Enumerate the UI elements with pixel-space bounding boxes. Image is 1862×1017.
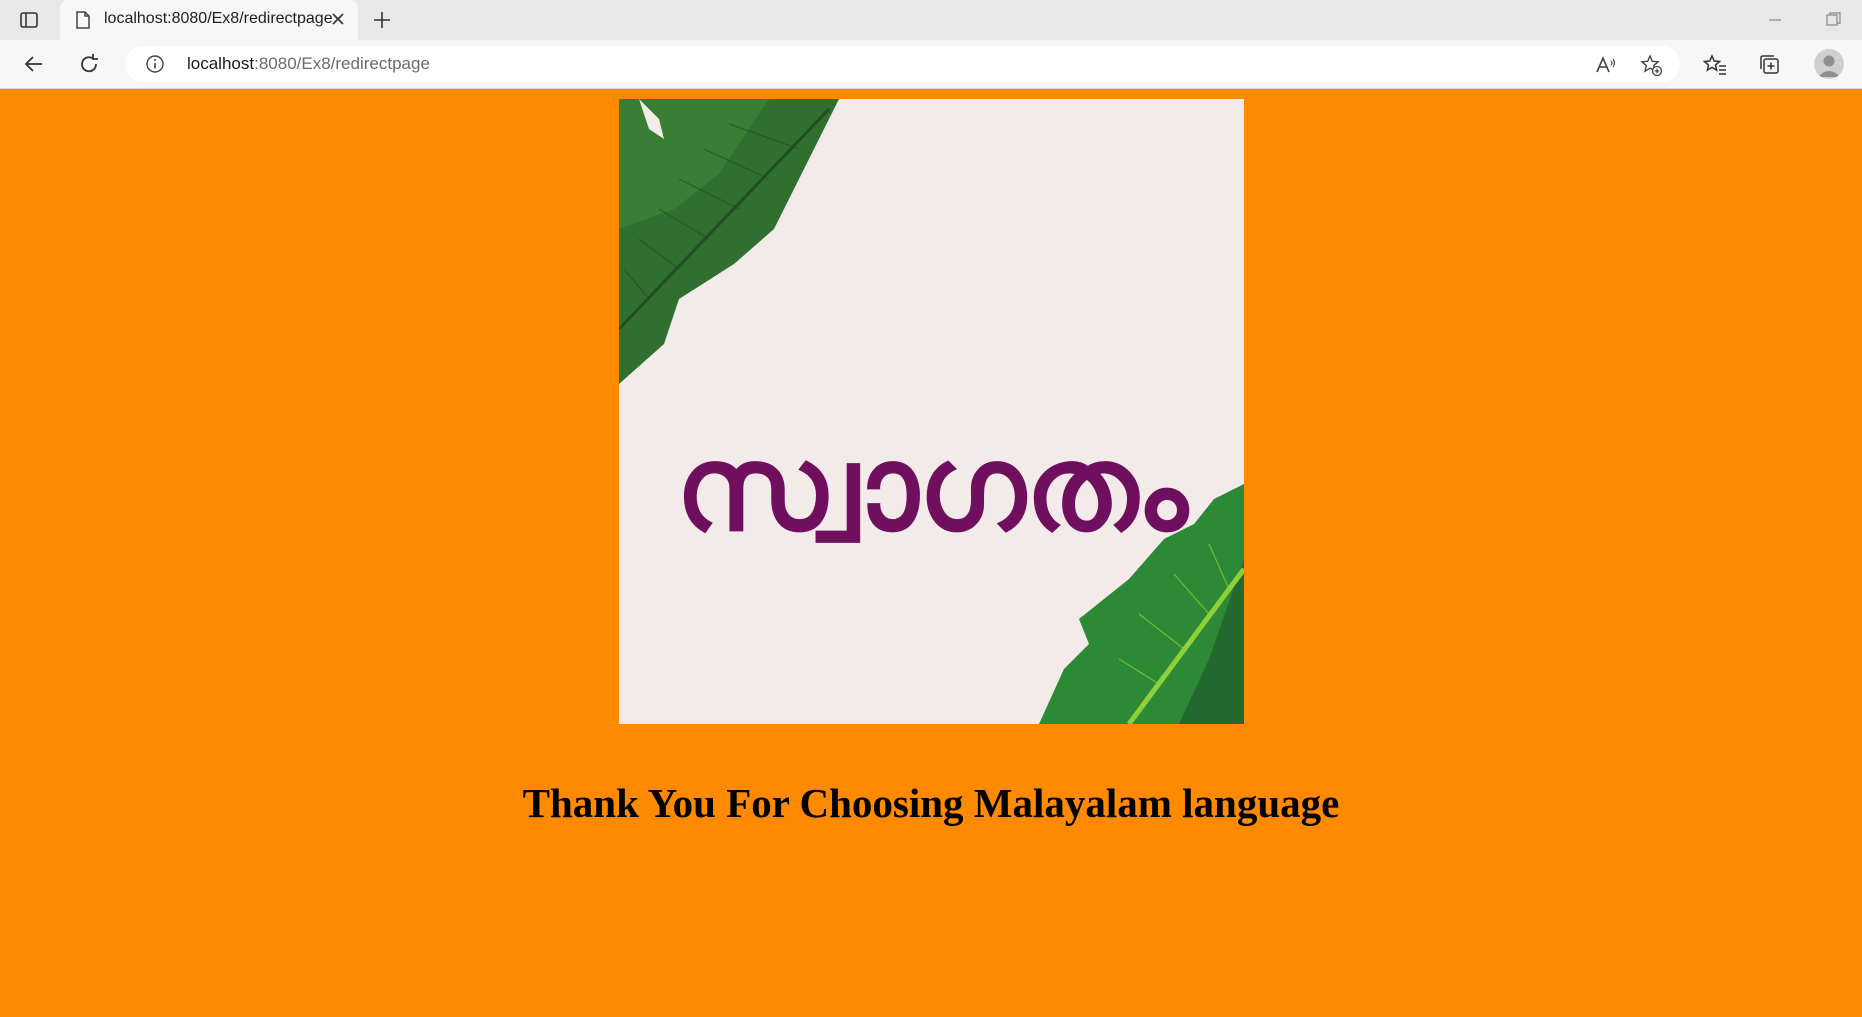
- tab-title: localhost:8080/Ex8/redirectpage: [104, 10, 333, 27]
- collections-icon[interactable]: [1757, 52, 1783, 78]
- close-icon[interactable]: [330, 11, 346, 27]
- favorites-icon[interactable]: [1702, 52, 1728, 78]
- tab-bar: localhost:8080/Ex8/redirectpage: [0, 0, 1862, 40]
- address-bar[interactable]: localhost:8080/Ex8/redirectpage: [125, 46, 1680, 82]
- read-aloud-icon[interactable]: [1593, 53, 1617, 77]
- restore-icon[interactable]: [1822, 10, 1844, 30]
- url-text[interactable]: localhost:8080/Ex8/redirectpage: [187, 54, 430, 74]
- navigation-bar: localhost:8080/Ex8/redirectpage: [0, 40, 1862, 89]
- info-icon[interactable]: [145, 54, 165, 74]
- welcome-word: സ്വാഗതം: [675, 419, 1188, 557]
- refresh-icon[interactable]: [75, 50, 103, 78]
- page-icon: [74, 10, 92, 30]
- active-tab[interactable]: localhost:8080/Ex8/redirectpage: [60, 0, 358, 40]
- add-favorite-icon[interactable]: [1639, 53, 1663, 77]
- url-path: :8080/Ex8/redirectpage: [254, 54, 430, 73]
- url-host: localhost: [187, 54, 255, 73]
- page-heading: Thank You For Choosing Malayalam languag…: [522, 780, 1340, 827]
- back-arrow-icon[interactable]: [20, 50, 48, 78]
- profile-avatar[interactable]: [1814, 49, 1844, 79]
- minimize-icon[interactable]: [1764, 10, 1786, 30]
- tab-actions-icon[interactable]: [18, 9, 40, 31]
- plus-icon[interactable]: [370, 8, 394, 32]
- leaf-decoration: [619, 99, 1244, 724]
- welcome-image: സ്വാഗതം: [619, 99, 1244, 724]
